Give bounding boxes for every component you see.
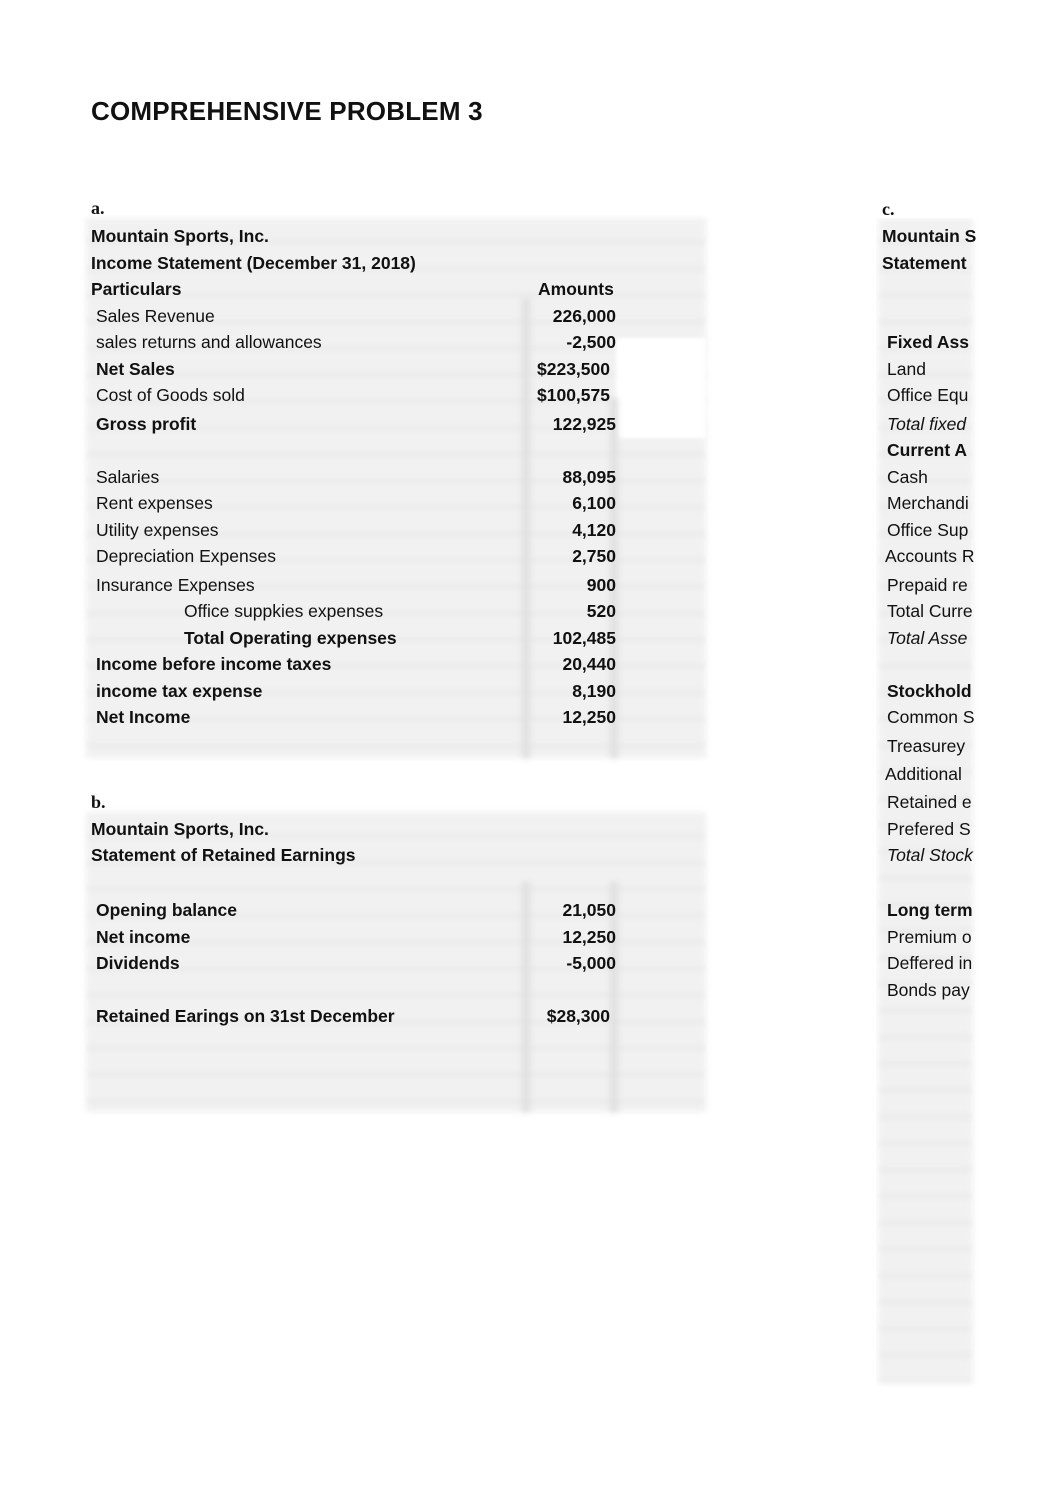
header-amounts: Amounts xyxy=(538,279,614,299)
table-row: Insurance Expenses 900 xyxy=(86,572,616,598)
row-amount: 6,100 xyxy=(572,493,616,513)
row-label: Additional xyxy=(885,764,962,784)
row-label: income tax expense xyxy=(96,681,263,701)
row-amount: 21,050 xyxy=(562,900,616,920)
row-label: Opening balance xyxy=(96,900,237,920)
company-name: Mountain S xyxy=(882,226,977,246)
row-label: Utility expenses xyxy=(96,520,219,540)
row-label: Long term xyxy=(887,900,973,920)
row-label: Bonds pay xyxy=(887,980,970,1000)
table-row: Office suppkies expenses 520 xyxy=(86,598,616,624)
table-row: Salaries 88,095 xyxy=(86,464,616,490)
section-c-label: c. xyxy=(882,199,895,219)
table-row: Depreciation Expenses 2,750 xyxy=(86,543,616,569)
retained-earnings-statement: Mountain Sports, Inc. Statement of Retai… xyxy=(86,812,711,1117)
page-title: COMPREHENSIVE PROBLEM 3 xyxy=(91,96,483,126)
statement-title: Statement xyxy=(882,253,967,273)
row-amount: 2,750 xyxy=(572,546,616,566)
row-label: Land xyxy=(887,359,926,379)
row-label: Accounts R xyxy=(885,546,975,566)
row-amount: 20,440 xyxy=(562,654,616,674)
row-label: Prefered S xyxy=(887,819,971,839)
row-amount: 4,120 xyxy=(572,520,616,540)
company-name: Mountain Sports, Inc. xyxy=(91,226,269,246)
table-row: Sales Revenue 226,000 xyxy=(86,303,616,329)
row-label: Prepaid re xyxy=(887,575,968,595)
table-row: Opening balance 21,050 xyxy=(86,897,616,923)
row-label: Dividends xyxy=(96,953,180,973)
row-label: Current A xyxy=(887,440,968,460)
row-label: Rent expenses xyxy=(96,493,213,513)
row-label: Office Sup xyxy=(887,520,969,540)
row-label: Retained e xyxy=(887,792,972,812)
table-row: Total Operating expenses 102,485 xyxy=(86,625,616,651)
table-row: Utility expenses 4,120 xyxy=(86,517,616,543)
row-amount: -5,000 xyxy=(566,953,616,973)
row-amount: $100,575 xyxy=(537,385,610,405)
row-label: Depreciation Expenses xyxy=(96,546,276,566)
table-row: Dividends -5,000 xyxy=(86,950,616,976)
row-label: Total Curre xyxy=(887,601,973,621)
row-label: Office suppkies expenses xyxy=(184,601,384,621)
row-label: Total Operating expenses xyxy=(184,628,397,648)
row-label: Treasurey xyxy=(887,736,966,756)
row-label: Total Stock xyxy=(887,845,973,865)
row-label: Common S xyxy=(887,707,975,727)
row-label: Office Equ xyxy=(887,385,969,405)
row-label: Premium o xyxy=(887,927,972,947)
balance-sheet: Mountain S Statement Fixed Ass Land Offi… xyxy=(876,218,978,1388)
row-label: Total Asse xyxy=(887,628,968,648)
row-label: Sales Revenue xyxy=(96,306,215,326)
company-name: Mountain Sports, Inc. xyxy=(91,819,269,839)
table-row: sales returns and allowances -2,500 xyxy=(86,329,616,355)
header-particulars: Particulars xyxy=(91,279,182,299)
section-b-label: b. xyxy=(91,792,106,812)
row-amount: 102,485 xyxy=(552,628,616,648)
row-amount: 88,095 xyxy=(562,467,616,487)
row-label: Cost of Goods sold xyxy=(96,385,245,405)
table-row: Net income 12,250 xyxy=(86,924,616,950)
row-label: Total fixed xyxy=(887,414,967,434)
section-a-label: a. xyxy=(91,198,105,218)
row-label: sales returns and allowances xyxy=(96,332,322,352)
row-label: Net Income xyxy=(96,707,191,727)
row-amount: 12,250 xyxy=(562,707,616,727)
income-statement: Mountain Sports, Inc. Income Statement (… xyxy=(86,218,711,763)
table-row: income tax expense 8,190 xyxy=(86,678,616,704)
row-label: Fixed Ass xyxy=(887,332,970,352)
row-amount: 900 xyxy=(586,575,616,595)
row-label: Deffered in xyxy=(887,953,973,973)
row-label: Merchandi xyxy=(887,493,969,513)
row-label: Retained Earings on 31st December xyxy=(96,1006,395,1026)
row-amount: $28,300 xyxy=(546,1006,610,1026)
row-label: Net income xyxy=(96,927,191,947)
row-amount: 226,000 xyxy=(552,306,616,326)
table-row: Cost of Goods sold $100,575 xyxy=(86,382,616,408)
row-label: Cash xyxy=(887,467,928,487)
table-row: Net Sales $223,500 xyxy=(86,356,616,382)
row-label: Insurance Expenses xyxy=(96,575,255,595)
table-row: Net Income 12,250 xyxy=(86,704,616,730)
row-amount: 520 xyxy=(586,601,616,621)
row-amount: $223,500 xyxy=(537,359,610,379)
row-label: Salaries xyxy=(96,467,160,487)
row-label: Stockhold xyxy=(887,681,972,701)
table-row: Retained Earings on 31st December $28,30… xyxy=(86,1003,616,1029)
table-row: Gross profit 122,925 xyxy=(86,411,616,437)
row-label: Income before income taxes xyxy=(96,654,332,674)
statement-title: Statement of Retained Earnings xyxy=(91,845,356,865)
row-label: Net Sales xyxy=(96,359,175,379)
statement-title: Income Statement (December 31, 2018) xyxy=(91,253,416,273)
table-row: Income before income taxes 20,440 xyxy=(86,651,616,677)
row-amount: 122,925 xyxy=(552,414,616,434)
table-row: Rent expenses 6,100 xyxy=(86,490,616,516)
row-label: Gross profit xyxy=(96,414,197,434)
row-amount: 8,190 xyxy=(572,681,616,701)
row-amount: 12,250 xyxy=(562,927,616,947)
row-amount: -2,500 xyxy=(566,332,616,352)
